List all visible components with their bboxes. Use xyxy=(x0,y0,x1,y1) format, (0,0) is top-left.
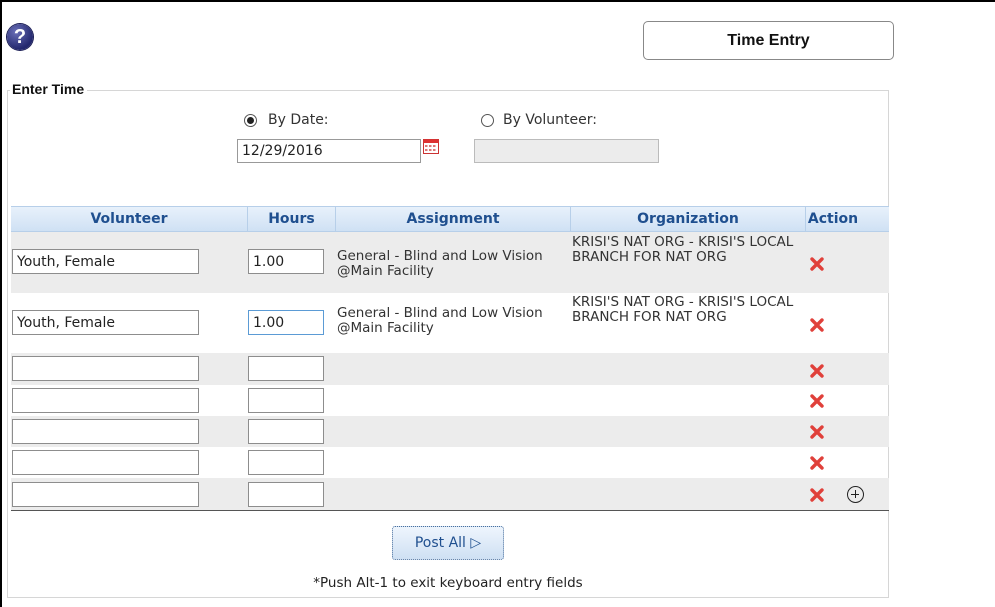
grid-bottom-border xyxy=(11,510,889,511)
by-volunteer-label: By Volunteer: xyxy=(503,112,597,128)
col-header-hours[interactable]: Hours xyxy=(248,207,336,231)
table-row: General - Blind and Low Vision @Main Fac… xyxy=(11,293,889,353)
grid-header: Volunteer Hours Assignment Organization … xyxy=(11,206,889,232)
delete-x-icon[interactable] xyxy=(810,488,824,502)
table-row xyxy=(11,385,889,416)
table-row: General - Blind and Low Vision @Main Fac… xyxy=(11,232,889,293)
volunteer-input[interactable] xyxy=(474,139,659,163)
post-all-button[interactable]: Post All ▷ xyxy=(392,526,504,560)
volunteer-field[interactable] xyxy=(12,249,199,274)
keyboard-hint-note: *Push Alt-1 to exit keyboard entry field… xyxy=(313,575,583,591)
table-row xyxy=(11,416,889,447)
col-header-organization[interactable]: Organization xyxy=(571,207,806,231)
volunteer-field[interactable] xyxy=(12,450,199,475)
by-date-radio[interactable] xyxy=(244,114,257,127)
volunteer-field[interactable] xyxy=(12,482,199,507)
volunteer-field[interactable] xyxy=(12,388,199,413)
window-frame-left xyxy=(0,0,2,607)
help-question-icon[interactable]: ? xyxy=(7,24,33,50)
volunteer-field[interactable] xyxy=(12,356,199,381)
col-header-volunteer[interactable]: Volunteer xyxy=(11,207,248,231)
table-row xyxy=(11,353,889,385)
by-volunteer-radio[interactable] xyxy=(481,114,494,127)
assignment-text: General - Blind and Low Vision @Main Fac… xyxy=(337,248,543,279)
time-entry-title-button[interactable]: Time Entry xyxy=(643,21,894,60)
by-date-label: By Date: xyxy=(268,112,329,128)
hours-field[interactable] xyxy=(248,388,324,413)
hours-field[interactable] xyxy=(248,450,324,475)
delete-x-icon[interactable] xyxy=(810,456,824,470)
volunteer-field[interactable] xyxy=(12,419,199,444)
assignment-text: General - Blind and Low Vision @Main Fac… xyxy=(337,305,543,336)
hours-field[interactable] xyxy=(248,310,324,335)
window-frame-top xyxy=(0,0,995,2)
add-row-plus-icon[interactable] xyxy=(847,486,864,503)
calendar-icon[interactable] xyxy=(423,139,439,154)
hours-field[interactable] xyxy=(248,356,324,381)
date-input[interactable] xyxy=(237,139,421,163)
organization-text: KRISI'S NAT ORG - KRISI'S LOCAL BRANCH F… xyxy=(572,234,794,265)
delete-x-icon[interactable] xyxy=(810,257,824,271)
enter-time-legend: Enter Time xyxy=(10,81,88,97)
delete-x-icon[interactable] xyxy=(810,394,824,408)
volunteer-field[interactable] xyxy=(12,310,199,335)
delete-x-icon[interactable] xyxy=(810,425,824,439)
col-header-assignment[interactable]: Assignment xyxy=(336,207,571,231)
delete-x-icon[interactable] xyxy=(810,364,824,378)
table-row xyxy=(11,447,889,478)
col-header-action: Action xyxy=(807,211,859,227)
hours-field[interactable] xyxy=(248,419,324,444)
hours-field[interactable] xyxy=(248,249,324,274)
delete-x-icon[interactable] xyxy=(810,318,824,332)
hours-field[interactable] xyxy=(248,482,324,507)
table-row xyxy=(11,478,889,510)
organization-text: KRISI'S NAT ORG - KRISI'S LOCAL BRANCH F… xyxy=(572,294,794,325)
